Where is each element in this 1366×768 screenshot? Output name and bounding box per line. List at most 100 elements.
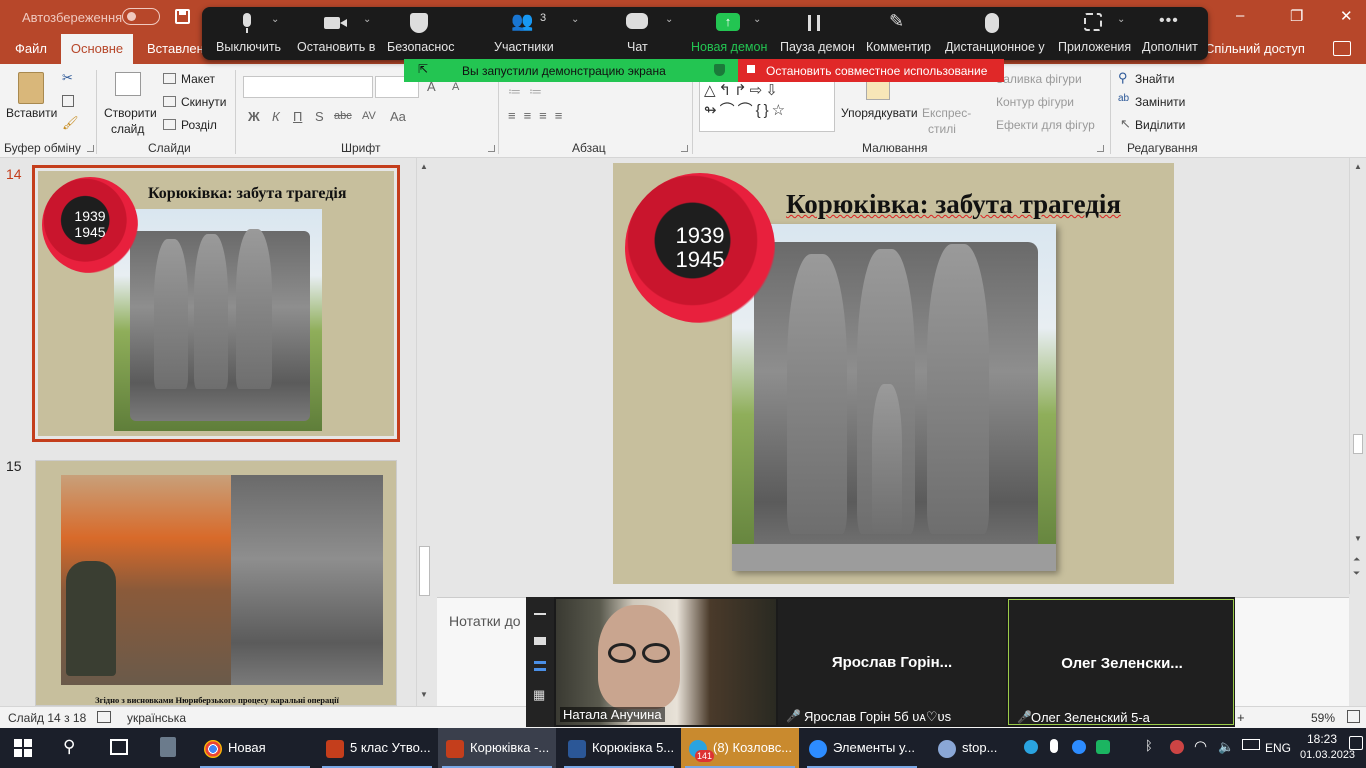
grid-view-icon[interactable]: ▦ [533,687,545,703]
scroll-up-icon[interactable]: ▲ [420,162,428,171]
current-slide[interactable]: Корюківка: забута трагедія 1939 1945 [613,163,1174,584]
pause-share-button[interactable]: Пауза демон [780,40,855,54]
more-button[interactable]: Дополнит [1142,40,1198,54]
chevron-down-icon[interactable]: ⌄ [571,14,579,25]
remote-control-button[interactable]: Дистанционное у [945,40,1045,54]
slide-title[interactable]: Корюківка: забута трагедія [786,189,1121,220]
paragraph-launcher[interactable] [681,145,688,152]
find-button[interactable]: Знайти [1135,72,1174,86]
clipboard-launcher[interactable] [87,145,94,152]
task-view-icon[interactable] [110,739,128,755]
taskbar-app-telegram[interactable]: (8) Козловс... 141 [681,728,799,768]
quick-styles-label[interactable]: Експрес- [922,106,971,120]
section-button[interactable]: Розділ [181,118,217,132]
notes-placeholder[interactable]: Нотатки до [449,613,521,629]
font-name-field[interactable] [243,76,373,98]
previous-slide-icon[interactable]: ⏶ [1353,554,1360,565]
bluetooth-icon[interactable]: ᛒ [1145,738,1153,753]
tray-app-icon-2[interactable] [1170,740,1184,754]
zoom-level[interactable]: 59% [1311,711,1335,725]
chat-icon[interactable] [626,13,648,29]
new-slide-icon[interactable] [115,72,141,96]
paste-button[interactable]: Вставити [6,106,57,120]
chevron-down-icon[interactable]: ⌄ [1117,14,1125,25]
participant-tile[interactable]: Ярослав Горін... 🎤 Ярослав Горін 5б ᴜᴀ♡ᴜ… [778,599,1006,725]
cut-icon[interactable]: ✂ [62,70,73,86]
char-spacing-button[interactable]: AV [362,110,376,122]
chevron-down-icon[interactable]: ⌄ [665,14,673,25]
strikethrough-button[interactable]: abc [334,110,352,122]
annotate-button[interactable]: Комментир [866,40,931,54]
strip-view-icon[interactable] [534,661,546,671]
quick-styles-label-2[interactable]: стилі [928,122,956,136]
shape-fill-button[interactable]: Заливка фігури [996,72,1082,86]
shape-effects-button[interactable]: Ефекти для фігур [996,118,1095,132]
participants-icon[interactable]: 👥 [511,11,535,31]
volume-icon[interactable]: 🔈 [1218,739,1234,755]
notifications-icon[interactable] [1349,736,1363,750]
participants-button[interactable]: Участники [494,40,554,54]
tray-telegram-icon[interactable] [1024,740,1038,754]
minimize-button[interactable]: – [1236,7,1244,24]
format-painter-icon[interactable]: 🖌 [62,115,79,131]
zoom-in-icon[interactable]: + [1237,710,1245,725]
taskbar-app-zoom[interactable]: Элементы у... [803,728,921,768]
replace-button[interactable]: Замінити [1135,95,1185,109]
pencil-icon[interactable]: ✎ [889,11,913,31]
taskbar-app-meeting[interactable]: stop... [932,728,1014,768]
thumbnail-scrollbar[interactable]: ▲ ▼ [416,158,432,706]
clock-time[interactable]: 18:23 [1301,732,1343,746]
slide-scrollbar[interactable]: ▲ ▼ ⏶ ⏷ [1349,158,1366,594]
participant-tile-active[interactable]: Олег Зеленски... 🎤 Олег Зеленский 5-а [1008,599,1234,725]
chevron-down-icon[interactable]: ⌄ [271,14,279,25]
font-launcher[interactable] [488,145,495,152]
language-status[interactable]: українська [127,711,186,725]
chat-button[interactable]: Чат [627,40,648,54]
spellcheck-icon[interactable] [97,711,111,723]
scroll-thumb[interactable] [1353,434,1363,454]
tab-file[interactable]: Файл [15,41,47,56]
bold-button[interactable]: Ж [248,109,260,124]
tab-home[interactable]: Основне [61,34,133,64]
battery-icon[interactable] [1242,739,1260,750]
shield-icon[interactable] [410,13,428,33]
video-icon[interactable] [324,13,348,33]
speaker-view-icon[interactable] [534,637,546,645]
windows-start-icon[interactable] [14,739,32,757]
scroll-down-icon[interactable]: ▼ [420,690,428,699]
chevron-down-icon[interactable]: ⌄ [363,14,371,25]
language-indicator[interactable]: ENG [1265,741,1291,755]
stop-share-button[interactable]: Остановить совместное использование [738,59,1004,82]
shapes-gallery[interactable]: △↰↱⇨⇩ ↬⌒⌒{}☆ [699,80,835,132]
close-button[interactable]: ✕ [1340,7,1353,25]
security-button[interactable]: Безопаснос [387,40,455,54]
taskbar-app-powerpoint-2[interactable]: Корюківка -... [438,728,556,768]
share-button[interactable]: Спільний доступ [1205,34,1305,64]
shadow-button[interactable]: S [315,109,324,124]
change-case-button[interactable]: Aa [390,109,406,124]
paste-icon[interactable] [18,72,44,104]
apps-button[interactable]: Приложения [1058,40,1131,54]
minimize-icon[interactable] [534,613,546,615]
italic-button[interactable]: К [272,109,280,124]
calculator-icon[interactable] [160,737,176,757]
wifi-icon[interactable]: ◠ [1194,737,1207,755]
fit-slide-icon[interactable] [1347,710,1360,723]
restore-button[interactable]: ❐ [1290,7,1303,25]
taskbar-app-word[interactable]: Корюківка 5... [560,728,678,768]
autosave-toggle[interactable] [122,8,160,25]
list-buttons[interactable]: ≔≔ [508,84,550,100]
layout-button[interactable]: Макет [181,72,215,86]
stop-video-button[interactable]: Остановить в [297,40,375,54]
mouse-icon[interactable] [985,13,999,33]
shape-outline-button[interactable]: Контур фігури [996,95,1074,109]
drawing-launcher[interactable] [1097,145,1104,152]
save-icon[interactable] [175,9,190,24]
apps-icon[interactable] [1084,13,1102,31]
align-buttons[interactable]: ≡≡≡≡ [508,108,570,123]
taskbar-app-chrome[interactable]: Новая вклад... [196,728,314,768]
scroll-thumb[interactable] [419,546,430,596]
next-slide-icon[interactable]: ⏷ [1353,568,1360,579]
comment-icon[interactable] [1333,41,1351,56]
microphone-icon[interactable] [236,13,258,33]
